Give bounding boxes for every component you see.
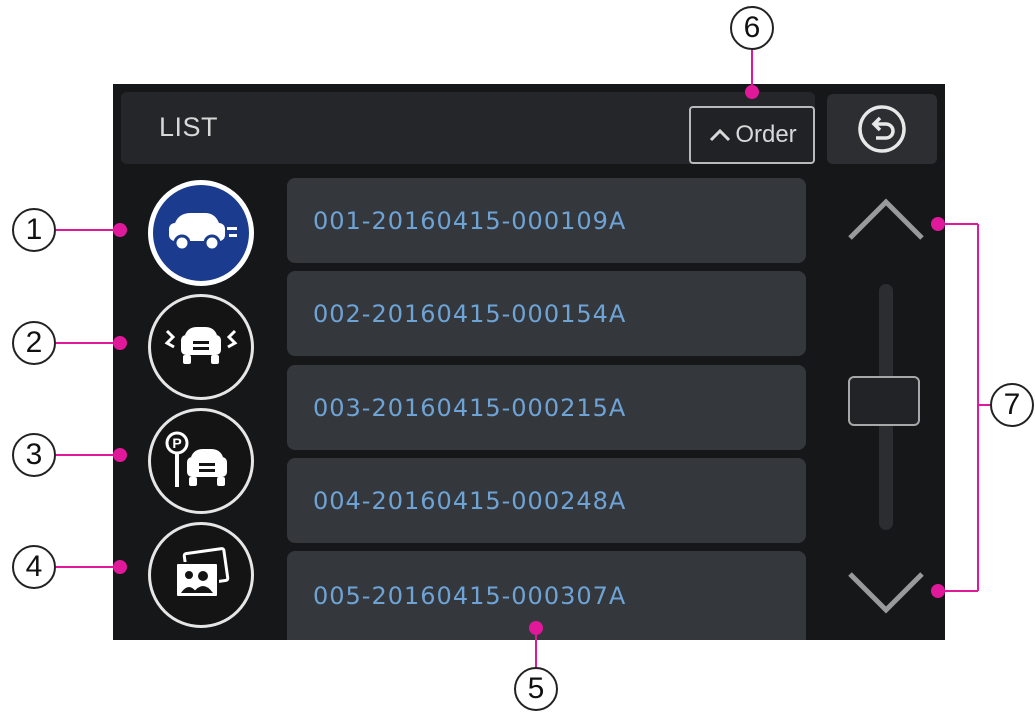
callout-1: 1: [12, 208, 56, 252]
callout-6: 6: [730, 6, 774, 50]
callout-2: 2: [12, 321, 56, 365]
callout-4: 4: [12, 545, 56, 589]
callout-5: 5: [514, 667, 558, 711]
callout-7: 7: [990, 383, 1034, 427]
callout-3: 3: [12, 433, 56, 477]
callout-leaders: [56, 50, 992, 668]
